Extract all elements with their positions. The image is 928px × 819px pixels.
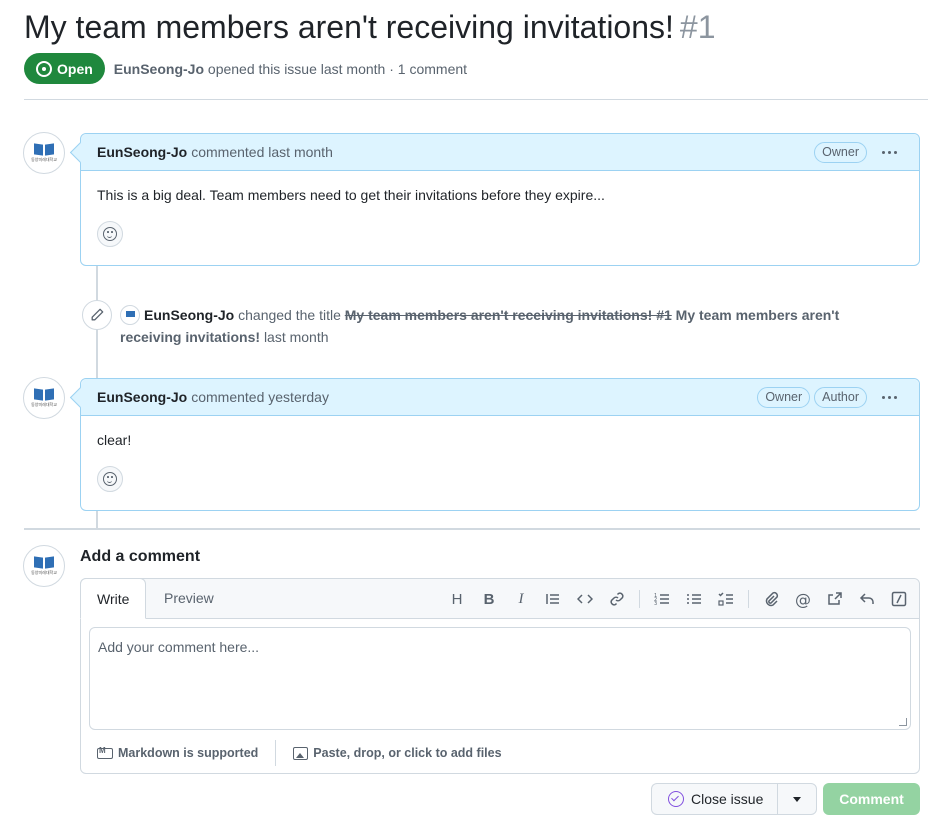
- svg-text:3: 3: [654, 601, 657, 607]
- event-verb: changed the title: [238, 307, 341, 323]
- quote-icon[interactable]: [537, 587, 569, 611]
- toolbar-divider: [639, 590, 640, 608]
- avatar-logo-text: 동양미래대학교: [31, 401, 57, 407]
- resize-handle-icon[interactable]: [899, 718, 907, 726]
- attach-files-button[interactable]: Paste, drop, or click to add files: [293, 746, 502, 760]
- issue-opened-icon: [36, 60, 52, 77]
- state-badge-open: Open: [24, 53, 105, 84]
- comment-body: clear!: [81, 416, 919, 492]
- pencil-icon: [82, 300, 112, 330]
- owner-badge: Owner: [757, 386, 811, 408]
- markdown-note: Markdown is supported: [118, 746, 259, 760]
- timeline-end-divider: [24, 528, 920, 530]
- avatar-small[interactable]: [120, 305, 140, 325]
- image-icon: [293, 746, 309, 760]
- issue-number: #1: [679, 9, 716, 45]
- cross-reference-icon[interactable]: [819, 587, 851, 611]
- footer-divider: [275, 740, 277, 766]
- header-divider: [24, 99, 928, 100]
- owner-badge: Owner: [814, 141, 867, 163]
- avatar[interactable]: 동양미래대학교: [23, 545, 65, 587]
- old-title: My team members aren't receiving invitat…: [344, 307, 672, 323]
- mention-icon[interactable]: @: [787, 587, 819, 611]
- issue-meta: Open EunSeong-Jo opened this issue last …: [24, 53, 467, 84]
- markdown-help-link[interactable]: Markdown is supported: [97, 746, 258, 760]
- avatar-logo-icon: [34, 389, 54, 400]
- task-list-icon[interactable]: [710, 587, 742, 611]
- comment-card: EunSeong-Jo commented last month Owner T…: [80, 133, 920, 266]
- timeline-connector: [96, 511, 98, 528]
- issue-author-link[interactable]: EunSeong-Jo: [114, 61, 204, 77]
- close-reason-dropdown[interactable]: [777, 783, 817, 815]
- close-issue-label: Close issue: [691, 791, 764, 807]
- markdown-toolbar: H B I 123 @: [441, 587, 915, 611]
- ordered-list-icon[interactable]: 123: [646, 587, 678, 611]
- editor-footer: Markdown is supported Paste, drop, or cl…: [81, 738, 919, 768]
- issue-title: My team members aren't receiving invitat…: [24, 6, 716, 48]
- comment-textarea[interactable]: Add your comment here...: [89, 627, 911, 730]
- comment-options-button[interactable]: [875, 140, 903, 164]
- comment-timestamp[interactable]: commented yesterday: [191, 389, 329, 405]
- editor-tabs: Write Preview H B I 123 @: [80, 578, 919, 619]
- italic-icon[interactable]: I: [505, 587, 537, 611]
- comment-timestamp[interactable]: commented last month: [191, 144, 333, 160]
- comment-submit-button[interactable]: Comment: [823, 783, 920, 815]
- code-icon[interactable]: [569, 587, 601, 611]
- paperclip-icon[interactable]: [755, 587, 787, 611]
- smiley-icon: [103, 472, 117, 486]
- comment-text: This is a big deal. Team members need to…: [97, 187, 605, 203]
- link-icon[interactable]: [601, 587, 633, 611]
- comment-placeholder: Add your comment here...: [98, 639, 260, 655]
- add-reaction-button[interactable]: [97, 221, 123, 247]
- event-actor-link[interactable]: EunSeong-Jo: [144, 307, 234, 323]
- author-badge: Author: [814, 386, 867, 408]
- issue-meta-text: EunSeong-Jo opened this issue last month…: [114, 61, 467, 77]
- add-reaction-button[interactable]: [97, 466, 123, 492]
- reply-icon[interactable]: [851, 587, 883, 611]
- event-time[interactable]: last month: [264, 329, 329, 345]
- issue-title-text: My team members aren't receiving invitat…: [24, 9, 674, 45]
- avatar[interactable]: 동양미래대학교: [23, 377, 65, 419]
- close-issue-button[interactable]: Close issue: [651, 783, 777, 815]
- comment-options-button[interactable]: [875, 385, 903, 409]
- comment-author-link[interactable]: EunSeong-Jo: [97, 389, 187, 405]
- issue-closed-icon: [668, 791, 684, 807]
- avatar-logo-text: 동양미래대학교: [31, 156, 57, 162]
- comment-header: EunSeong-Jo commented yesterday Owner Au…: [81, 379, 919, 416]
- toolbar-divider: [748, 590, 749, 608]
- avatar-logo-text: 동양미래대학교: [31, 569, 57, 575]
- avatar[interactable]: 동양미래대학교: [23, 132, 65, 174]
- tab-write[interactable]: Write: [80, 578, 147, 619]
- comment-author-link[interactable]: EunSeong-Jo: [97, 144, 187, 160]
- comment-card: EunSeong-Jo commented yesterday Owner Au…: [80, 378, 920, 511]
- issue-meta-suffix: opened this issue last month · 1 comment: [207, 60, 468, 77]
- comment-body: This is a big deal. Team members need to…: [81, 171, 919, 247]
- event-text: EunSeong-Jo changed the title My team me…: [120, 304, 890, 348]
- kebab-icon: [881, 150, 885, 154]
- triangle-down-icon: [793, 796, 801, 802]
- composer-heading: Add a comment: [80, 548, 201, 565]
- comment-text: clear!: [97, 432, 132, 448]
- avatar-logo-icon: [34, 144, 54, 155]
- smiley-icon: [103, 227, 117, 241]
- unordered-list-icon[interactable]: [678, 587, 710, 611]
- markdown-icon: [97, 746, 113, 759]
- files-note: Paste, drop, or click to add files: [313, 746, 502, 760]
- heading-icon[interactable]: H: [441, 587, 473, 611]
- bold-icon[interactable]: B: [473, 587, 505, 611]
- state-label: Open: [57, 60, 93, 77]
- avatar-logo-icon: [34, 557, 54, 568]
- kebab-icon: [881, 395, 885, 399]
- comment-header: EunSeong-Jo commented last month Owner: [81, 134, 919, 171]
- tab-preview[interactable]: Preview: [148, 578, 230, 619]
- slash-command-icon[interactable]: [883, 587, 915, 611]
- comment-editor: Write Preview H B I 123 @ Add your comme…: [80, 578, 920, 774]
